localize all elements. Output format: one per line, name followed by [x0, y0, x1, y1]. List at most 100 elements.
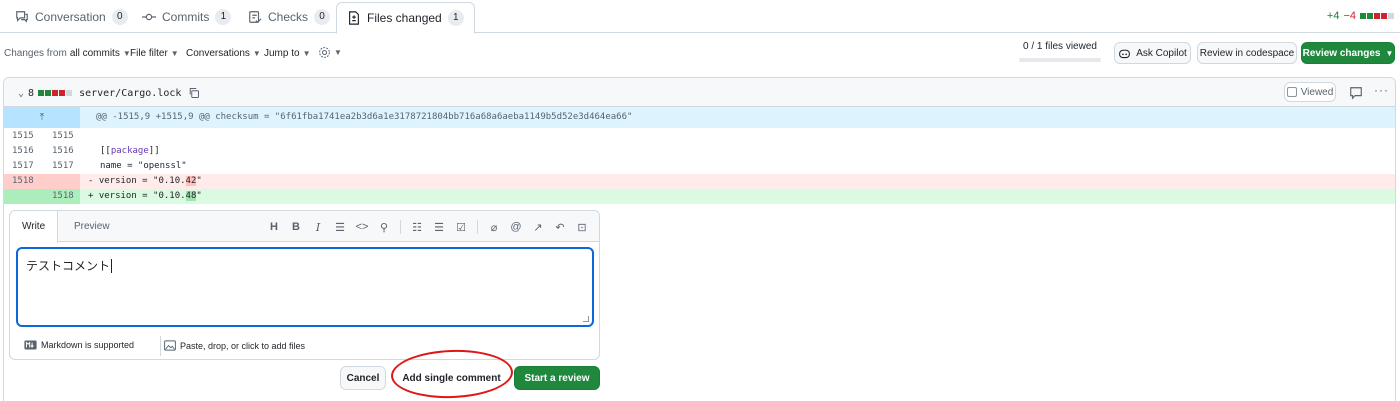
- tab-label: Conversation: [35, 9, 106, 24]
- code-icon[interactable]: <>: [351, 219, 373, 235]
- tab-write[interactable]: Write: [10, 211, 59, 243]
- caret-down-icon: ▼: [252, 49, 261, 58]
- viewed-checkbox[interactable]: Viewed: [1284, 82, 1336, 102]
- new-line-number[interactable]: 1515: [44, 129, 80, 144]
- settings-dropdown[interactable]: ▼: [318, 46, 342, 59]
- text-cursor: ​: [111, 259, 113, 273]
- additions-count: +4: [1326, 10, 1340, 22]
- code-token: ": [196, 176, 202, 186]
- old-line-number[interactable]: 1517: [4, 159, 40, 174]
- pr-tabs: Conversation 0 Commits 1 Checks 0 Files …: [0, 0, 1400, 34]
- comment-discussion-icon: [16, 10, 28, 23]
- hunk-header-text: @@ -1515,9 +1515,9 @@ checksum = "6f61fb…: [96, 112, 633, 122]
- start-review-button[interactable]: Start a review: [514, 366, 600, 390]
- conversations-label: Conversations: [186, 48, 250, 59]
- old-line-number[interactable]: 1518: [4, 174, 40, 189]
- tab-label: Files changed: [367, 11, 442, 25]
- cancel-button[interactable]: Cancel: [340, 366, 386, 390]
- old-line-number[interactable]: 1515: [4, 129, 40, 144]
- copy-icon[interactable]: [188, 87, 200, 99]
- diffstat-blocks: [1360, 13, 1394, 19]
- tab-preview[interactable]: Preview: [62, 211, 122, 242]
- jump-to-label: Jump to: [264, 48, 300, 59]
- kebab-horizontal-icon[interactable]: ···: [1374, 83, 1389, 97]
- attach-files-button[interactable]: Paste, drop, or click to add files: [164, 340, 305, 351]
- new-line-number[interactable]: 1518: [44, 189, 80, 204]
- tab-count: 0: [314, 8, 331, 25]
- new-line-number[interactable]: 1516: [44, 144, 80, 159]
- tab-files-changed[interactable]: Files changed 1: [336, 2, 475, 34]
- review-changes-button[interactable]: Review changes ▼: [1301, 42, 1395, 64]
- task-list-icon[interactable]: ☑: [450, 219, 472, 235]
- mention-icon[interactable]: @: [505, 219, 527, 235]
- code-token: [[: [100, 146, 111, 156]
- file-filter-dropdown[interactable]: File filter ▼: [130, 48, 179, 59]
- ask-copilot-button[interactable]: Ask Copilot: [1114, 42, 1191, 64]
- heading-icon[interactable]: H: [263, 219, 285, 235]
- review-changes-label: Review changes: [1302, 47, 1381, 59]
- code-keyword: package: [110, 146, 149, 156]
- line-code: + version = "0.10.48": [88, 189, 202, 204]
- caret-down-icon: ▼: [334, 48, 342, 57]
- word-diff-highlight: 48: [185, 191, 197, 201]
- gear-icon: [319, 47, 330, 58]
- link-icon[interactable]: ⚲: [373, 219, 395, 235]
- deletions-count: −4: [1343, 10, 1356, 22]
- code-token: + version = "0.10.: [88, 191, 186, 201]
- code-token: ": [196, 191, 202, 201]
- caret-down-icon: ▼: [170, 49, 179, 58]
- tab-checks[interactable]: Checks 0: [248, 0, 331, 33]
- line-code: - version = "0.10.42": [88, 174, 202, 189]
- cross-reference-icon[interactable]: ↗: [527, 219, 549, 235]
- markdown-support-link[interactable]: Markdown is supported: [24, 340, 134, 350]
- resize-handle-icon[interactable]: [583, 316, 589, 322]
- checklist-icon: [249, 10, 262, 23]
- new-line-number[interactable]: 1517: [44, 159, 80, 174]
- markdown-icon: [24, 340, 37, 350]
- jump-to-dropdown[interactable]: Jump to ▼: [264, 48, 311, 59]
- italic-icon[interactable]: I: [307, 219, 329, 235]
- markdown-note: Markdown is supported: [41, 340, 135, 350]
- checkbox-icon: [1286, 87, 1297, 97]
- file-path[interactable]: server/Cargo.lock: [79, 88, 181, 99]
- changes-from-value: all commits: [69, 48, 120, 59]
- tab-count: 0: [111, 8, 128, 25]
- file-change-count: 8: [28, 87, 35, 99]
- toolbar-divider: [477, 220, 478, 234]
- bold-icon[interactable]: B: [285, 219, 307, 235]
- diffstat: +4 −4: [1327, 10, 1394, 22]
- unordered-list-icon[interactable]: ☰: [428, 219, 450, 235]
- suggestion-icon[interactable]: ⊡: [571, 219, 593, 235]
- conversations-dropdown[interactable]: Conversations ▼: [186, 48, 261, 59]
- tab-label: Checks: [268, 9, 309, 24]
- quote-icon[interactable]: ☰: [329, 219, 351, 235]
- expand-up-icon[interactable]: ⤒: [4, 107, 80, 128]
- code-token: - version = "0.10.: [88, 176, 186, 186]
- viewed-label: Viewed: [1300, 86, 1334, 98]
- footer-divider: [160, 336, 161, 356]
- chevron-down-icon[interactable]: ⌄: [18, 88, 24, 99]
- comment-textarea[interactable]: テストコメント​: [16, 247, 594, 327]
- ordered-list-icon[interactable]: ☷: [406, 219, 428, 235]
- files-viewed-progress: [1019, 58, 1101, 62]
- comment-tabs: Write Preview H B I ☰ <> ⚲ ☷ ☰ ☑ ⌀ @ ↗ ↶…: [10, 211, 599, 243]
- line-code: [[package]]: [100, 144, 160, 159]
- caret-down-icon: ▼: [302, 49, 311, 58]
- review-in-codespace-button[interactable]: Review in codespace: [1197, 42, 1297, 64]
- tab-count: 1: [215, 8, 232, 25]
- diff-toolbar: Changes from all commits ▼ File filter ▼…: [0, 33, 1400, 73]
- paperclip-icon[interactable]: ⌀: [483, 219, 505, 235]
- tab-conversation[interactable]: Conversation 0: [15, 0, 128, 33]
- tab-commits[interactable]: Commits 1: [142, 0, 232, 33]
- ask-copilot-label: Ask Copilot: [1136, 47, 1187, 59]
- file-header-left: ⌄ 8 server/Cargo.lock: [18, 87, 200, 99]
- reply-icon[interactable]: ↶: [549, 219, 571, 235]
- old-line-number[interactable]: 1516: [4, 144, 40, 159]
- changes-from-label: Changes from: [4, 48, 67, 59]
- changes-from-dropdown[interactable]: Changes from all commits ▼: [4, 48, 131, 59]
- diff-line: 1515 1515: [4, 129, 1395, 144]
- diff-line-added: 1518 + version = "0.10.48": [4, 189, 1395, 204]
- diff-line: 1516 1516 [[package]]: [4, 144, 1395, 159]
- toolbar-divider: [400, 220, 401, 234]
- comment-icon[interactable]: [1349, 86, 1363, 100]
